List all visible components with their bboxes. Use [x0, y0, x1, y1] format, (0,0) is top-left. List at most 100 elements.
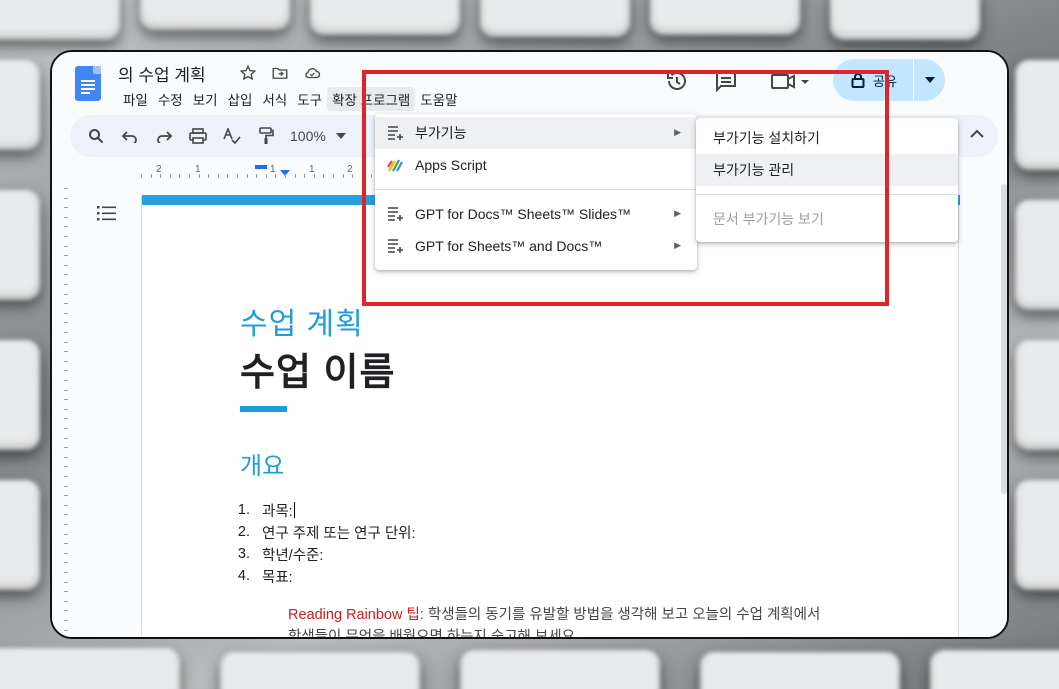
ruler-tick: [64, 255, 68, 257]
ruler-tick: [64, 562, 68, 564]
redo-icon[interactable]: [154, 126, 174, 146]
menu-file[interactable]: 파일: [118, 87, 153, 111]
print-icon[interactable]: [188, 126, 208, 146]
ruler-tick: [64, 226, 68, 228]
ruler-tick: [64, 284, 68, 285]
ruler-tick: [285, 174, 286, 178]
ruler-tick: [64, 197, 68, 199]
ruler-tick: [64, 543, 68, 545]
ruler-tick: [256, 174, 258, 178]
google-docs-app: 의 수업 계획 파일 수정 보기 삽입 서식 도구 확장 프로그램 도움말 공유…: [52, 52, 1007, 639]
document-body[interactable]: 수업 계획 수업 이름 개요 1. 과목: 2. 연구 주제 또는 연구 단위: 3…: [238, 299, 880, 639]
document-outline-icon[interactable]: [97, 205, 119, 226]
ruler-tick: [64, 216, 68, 218]
ruler-tick: [64, 620, 68, 621]
ruler-tick: [64, 495, 68, 497]
ruler-tick: [265, 174, 267, 178]
cloud-saved-icon[interactable]: [302, 63, 322, 83]
ruler-tick: [64, 332, 68, 333]
ruler-tick: [64, 456, 68, 458]
ruler-tick: [64, 485, 68, 487]
ruler-tick: [179, 174, 181, 178]
menu-view[interactable]: 보기: [188, 87, 223, 111]
indent-marker-icon[interactable]: [255, 165, 267, 169]
undo-icon[interactable]: [120, 126, 140, 146]
menu-tools[interactable]: 도구: [292, 87, 327, 111]
ruler-tick: [64, 380, 68, 381]
list-item[interactable]: 2. 연구 주제 또는 연구 단위:: [238, 521, 880, 543]
ruler-tick: [64, 341, 68, 343]
zoom-value: 100%: [290, 128, 326, 144]
menu-insert[interactable]: 삽입: [223, 87, 258, 111]
docs-logo-icon[interactable]: [75, 66, 101, 101]
ruler-tick: [64, 629, 68, 631]
scrollbar[interactable]: [999, 180, 1007, 637]
ruler-tick: [64, 370, 68, 372]
tip-paragraph[interactable]: Reading Rainbow 팁: 학생들의 동기를 유발할 방법을 생각해 …: [288, 604, 880, 639]
ruler-tick: [275, 174, 277, 178]
star-icon[interactable]: [238, 63, 258, 83]
section-heading[interactable]: 개요: [240, 446, 880, 481]
ruler-tick: [64, 303, 68, 305]
ruler-tick: [64, 399, 68, 401]
ruler-tick: [64, 437, 68, 439]
ruler-tick: [64, 466, 68, 468]
ruler-tick: [246, 174, 248, 178]
ruler-tick: [294, 174, 296, 178]
browser-window: 의 수업 계획 파일 수정 보기 삽입 서식 도구 확장 프로그램 도움말 공유…: [50, 50, 1009, 639]
ruler-tick: [237, 174, 238, 178]
ruler-tick: [64, 476, 68, 477]
ruler-tick: [313, 174, 315, 178]
overview-list: 1. 과목: 2. 연구 주제 또는 연구 단위: 3. 학년/수준: 4. 목표:: [238, 499, 880, 587]
ruler-tick: [64, 418, 68, 420]
text-cursor: [293, 502, 295, 518]
ruler-tick: [141, 174, 142, 178]
ruler-tick: [64, 600, 68, 602]
zoom-select[interactable]: 100%: [290, 128, 346, 144]
search-menus-icon[interactable]: [86, 126, 106, 146]
ruler-tick: [227, 174, 229, 178]
list-item[interactable]: 4. 목표:: [238, 565, 880, 587]
ruler-tick: [64, 408, 68, 410]
ruler-tick: [64, 236, 68, 237]
ruler-tick: [217, 174, 219, 178]
tip-text-line-2: 학생들이 무엇을 배웠으면 하는지 숙고해 보세요.: [288, 629, 579, 639]
ruler-tick: [189, 174, 190, 178]
ruler-tick: [64, 533, 68, 535]
move-folder-icon[interactable]: [270, 63, 290, 83]
paint-format-icon[interactable]: [256, 126, 276, 146]
title-actions: [238, 63, 322, 83]
ruler-tick: [169, 174, 171, 178]
ruler-tick: [64, 572, 68, 573]
ruler-tick: [64, 188, 68, 189]
ruler-tick: [64, 524, 68, 525]
ruler-tick: [150, 174, 152, 178]
ruler-tick: [64, 322, 68, 324]
ruler-tick: [64, 552, 68, 554]
ruler-tick: [333, 174, 334, 178]
ruler-tick: [64, 264, 68, 266]
share-dropdown-icon[interactable]: [914, 77, 945, 83]
spellcheck-icon[interactable]: [222, 126, 242, 146]
ruler-tick: [64, 293, 68, 295]
scrollbar-thumb[interactable]: [1001, 184, 1007, 494]
document-title[interactable]: 의 수업 계획: [118, 61, 206, 86]
collapse-toolbar-icon[interactable]: [970, 126, 984, 142]
ruler-tick: [64, 274, 68, 276]
ruler-tick: [198, 174, 200, 178]
ruler-tick: [64, 610, 68, 612]
document-heading[interactable]: 수업 이름: [240, 341, 880, 396]
menu-format[interactable]: 서식: [257, 87, 292, 111]
ruler-tick: [342, 174, 344, 178]
ruler-tick: [352, 174, 354, 178]
ruler-tick: [64, 360, 68, 362]
ruler-tick: [64, 428, 68, 429]
ruler-tick: [208, 174, 210, 178]
ruler-tick: [64, 514, 68, 516]
highlight-annotation-box: [362, 70, 889, 306]
menu-edit[interactable]: 수정: [153, 87, 188, 111]
list-item[interactable]: 1. 과목:: [238, 499, 880, 521]
accent-divider: [240, 406, 287, 412]
list-item[interactable]: 3. 학년/수준:: [238, 543, 880, 565]
vertical-ruler: [54, 180, 70, 637]
